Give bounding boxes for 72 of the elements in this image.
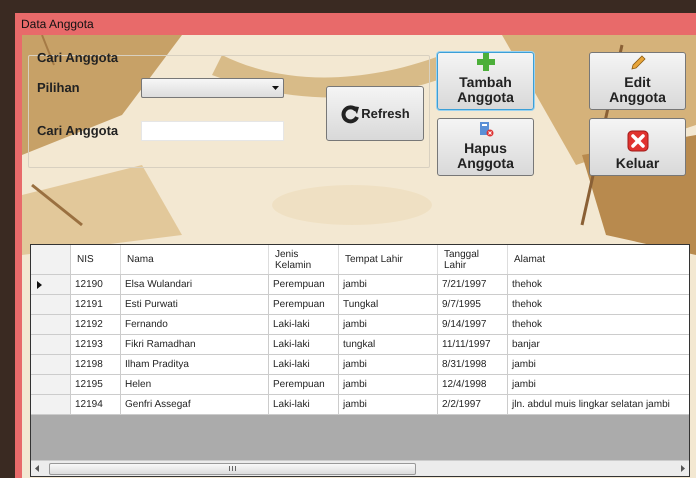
table-cell: jambi	[339, 355, 438, 374]
table-cell: Fikri Ramadhan	[121, 335, 269, 354]
table-cell: jambi	[339, 315, 438, 334]
table-cell: Laki-laki	[269, 355, 339, 374]
table-cell: Laki-laki	[269, 395, 339, 414]
row-header[interactable]	[31, 275, 71, 294]
column-header[interactable]: Tanggal Lahir	[438, 245, 508, 274]
grip-icon	[229, 466, 236, 471]
search-field[interactable]	[141, 121, 284, 141]
column-header[interactable]: Tempat Lahir	[339, 245, 438, 274]
column-header[interactable]: Jenis Kelamin	[269, 245, 339, 274]
search-label: Cari Anggota	[37, 122, 120, 140]
column-header[interactable]: NIS	[71, 245, 121, 274]
column-header[interactable]: Alamat	[508, 245, 689, 274]
caret-icon	[272, 86, 279, 90]
refresh-icon	[340, 104, 360, 124]
table-cell: 9/14/1997	[438, 315, 508, 334]
table-cell: Fernando	[121, 315, 269, 334]
table-cell: jambi	[339, 275, 438, 294]
table-cell: Perempuan	[269, 295, 339, 314]
action-button[interactable]: Keluar	[589, 118, 686, 176]
table-cell: 12193	[71, 335, 121, 354]
scroll-right-icon	[681, 465, 685, 472]
close-icon	[626, 130, 648, 152]
table-cell: thehok	[508, 275, 689, 294]
table-cell: 12195	[71, 375, 121, 394]
table-cell: Helen	[121, 375, 269, 394]
table-cell: tungkal	[339, 335, 438, 354]
table-cell: Perempuan	[269, 275, 339, 294]
table-cell: Laki-laki	[269, 315, 339, 334]
choice-label: Pilihan	[37, 79, 81, 98]
table-cell: 9/7/1995	[438, 295, 508, 314]
choice-dropdown[interactable]	[141, 78, 284, 98]
table-cell: thehok	[508, 315, 689, 334]
table-cell: jambi	[508, 355, 689, 374]
refresh-button[interactable]: Refresh	[326, 86, 424, 141]
table-cell: Esti Purwati	[121, 295, 269, 314]
group-title: Cari Anggota	[37, 50, 120, 66]
window-title: Data Anggota	[21, 16, 94, 33]
table-cell: banjar	[508, 335, 689, 354]
table-cell: 12198	[71, 355, 121, 374]
table-cell: 12/4/1998	[438, 375, 508, 394]
table-cell: jln. abdul muis lingkar selatan jambi	[508, 395, 689, 414]
table-cell: 12191	[71, 295, 121, 314]
pencil-icon	[630, 55, 646, 71]
table-cell: 12192	[71, 315, 121, 334]
notebook-icon	[478, 121, 494, 137]
table-cell: 12190	[71, 275, 121, 294]
table-cell: Ilham Praditya	[121, 355, 269, 374]
current-row-icon	[37, 280, 42, 288]
table-cell: Perempuan	[269, 375, 339, 394]
column-header[interactable]: Nama	[121, 245, 269, 274]
horizontal-scrollbar[interactable]	[31, 460, 689, 476]
table-cell: Elsa Wulandari	[121, 275, 269, 294]
table-cell: 2/2/1997	[438, 395, 508, 414]
table-cell: 8/31/1998	[438, 355, 508, 374]
action-button[interactable]: Hapus Anggota	[437, 118, 534, 176]
scroll-thumb[interactable]	[49, 462, 416, 474]
table-cell: jambi	[508, 375, 689, 394]
table-cell: Tungkal	[339, 295, 438, 314]
table-cell: 7/21/1997	[438, 275, 508, 294]
table-cell: 11/11/1997	[438, 335, 508, 354]
table-cell: thehok	[508, 295, 689, 314]
table-cell: jambi	[339, 375, 438, 394]
action-button[interactable]: Tambah Anggota	[437, 52, 534, 110]
table-cell: Genfri Assegaf	[121, 395, 269, 414]
table-cell: jambi	[339, 395, 438, 414]
table-cell: 12194	[71, 395, 121, 414]
scroll-left-icon	[35, 465, 39, 472]
action-button[interactable]: Edit Anggota	[589, 52, 686, 110]
plus-icon	[476, 53, 494, 71]
table-cell: Laki-laki	[269, 335, 339, 354]
